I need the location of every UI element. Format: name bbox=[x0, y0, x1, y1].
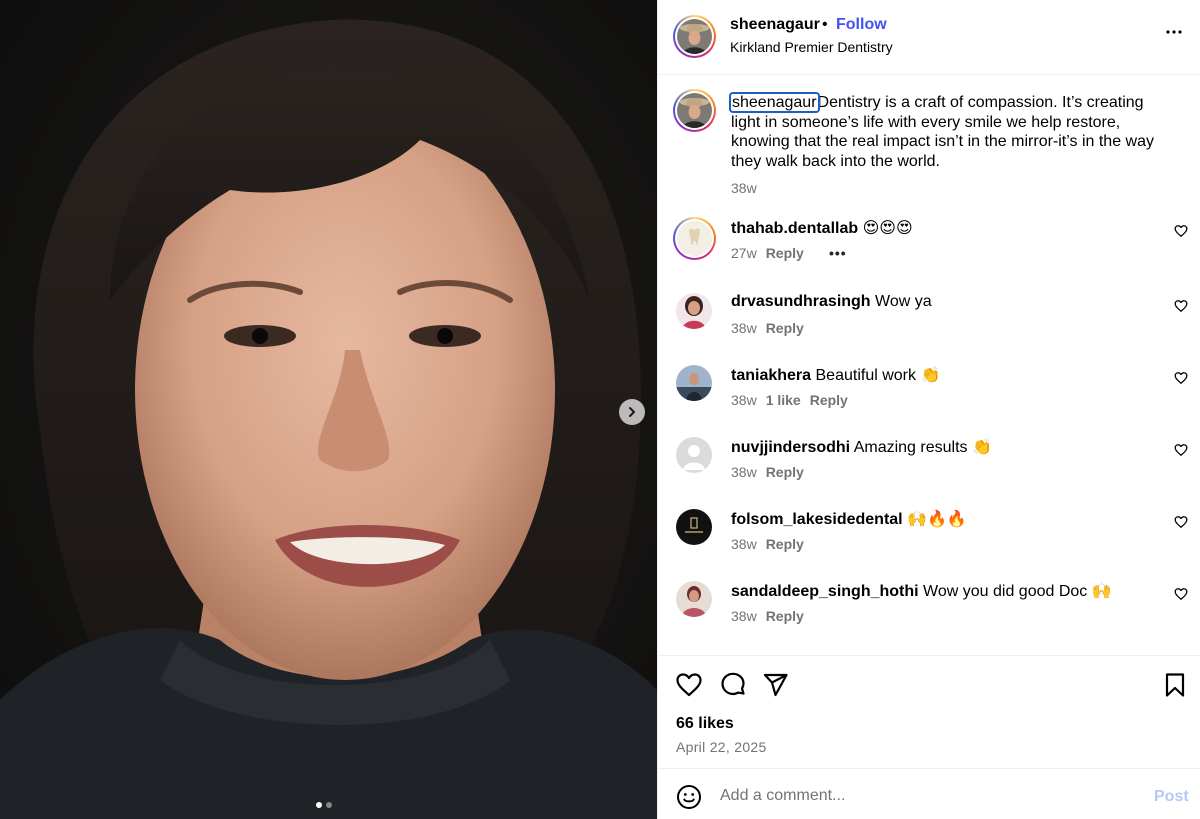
comment-time[interactable]: 38w bbox=[731, 464, 757, 480]
comment-item: sandaldeep_singh_hothi Wow you did good … bbox=[658, 581, 1200, 647]
commenter-avatar-image bbox=[676, 581, 712, 617]
emoji-icon[interactable] bbox=[676, 784, 702, 810]
comment-meta: 38w 1 like Reply bbox=[731, 392, 857, 408]
comment-like-heart-icon[interactable] bbox=[1174, 587, 1188, 601]
comment-like-heart-icon[interactable] bbox=[1174, 515, 1188, 529]
comment-like-heart-icon[interactable] bbox=[1174, 299, 1188, 313]
commenter-avatar[interactable] bbox=[676, 509, 712, 545]
reply-button[interactable]: Reply bbox=[766, 536, 804, 552]
add-comment-bar: Post bbox=[658, 770, 1200, 819]
post-dialog: sheenagaur • Follow Kirkland Premier Den… bbox=[0, 0, 1200, 819]
comment-meta: 38w Reply bbox=[731, 464, 813, 480]
separator-dot: • bbox=[822, 16, 828, 33]
comment-item: folsom_lakesidedental 🙌🔥🔥 38w Reply bbox=[658, 509, 1200, 575]
post-media[interactable] bbox=[0, 0, 657, 819]
author-avatar-image bbox=[677, 19, 712, 54]
comments-list[interactable]: sheenagaurDentistry is a craft of compas… bbox=[658, 76, 1200, 654]
caption-timestamp[interactable]: 38w bbox=[731, 180, 757, 196]
likes-count[interactable]: 66 likes bbox=[676, 715, 734, 733]
caption-username[interactable]: sheenagaur bbox=[729, 92, 820, 113]
commenter-avatar-image bbox=[676, 293, 712, 329]
comment-time[interactable]: 38w bbox=[731, 320, 757, 336]
slide-dot-active bbox=[316, 802, 322, 808]
post-button[interactable]: Post bbox=[1154, 788, 1189, 806]
comment-time[interactable]: 38w bbox=[731, 608, 757, 624]
commenter-username[interactable]: sandaldeep_singh_hothi bbox=[731, 583, 919, 600]
share-icon[interactable] bbox=[762, 671, 790, 699]
comment-time[interactable]: 27w bbox=[731, 245, 757, 261]
commenter-username[interactable]: drvasundhrasingh bbox=[731, 293, 871, 310]
comment-item: drvasundhrasingh Wow ya 38w Reply bbox=[658, 293, 1200, 359]
commenter-username[interactable]: nuvjjindersodhi bbox=[731, 439, 850, 456]
heart-icon[interactable] bbox=[675, 671, 703, 699]
comment-meta: 38w Reply bbox=[731, 536, 813, 552]
caption-avatar-image bbox=[677, 93, 712, 128]
post-actions: 66 likes April 22, 2025 bbox=[658, 655, 1200, 769]
caption: sheenagaurDentistry is a craft of compas… bbox=[729, 92, 1171, 171]
comment-body: Beautiful work 👏 bbox=[815, 367, 941, 384]
comment-body: Amazing results 👏 bbox=[853, 439, 992, 456]
comment-input[interactable] bbox=[720, 783, 1120, 809]
reply-button[interactable]: Reply bbox=[810, 392, 848, 408]
comment-like-heart-icon[interactable] bbox=[1174, 371, 1188, 385]
comment-like-heart-icon[interactable] bbox=[1174, 224, 1188, 238]
comment-like-heart-icon[interactable] bbox=[1174, 443, 1188, 457]
comment-item: thahab.dentallab 😍😍😍 27w Reply ••• bbox=[658, 217, 1200, 284]
comment-meta: 27w Reply bbox=[731, 245, 813, 261]
comment-text: drvasundhrasingh Wow ya bbox=[731, 293, 932, 311]
reply-button[interactable]: Reply bbox=[766, 608, 804, 624]
caption-avatar[interactable] bbox=[673, 89, 716, 132]
comment-body: Wow ya bbox=[875, 293, 932, 310]
comment-text: sandaldeep_singh_hothi Wow you did good … bbox=[731, 581, 1112, 601]
comment-meta: 38w Reply bbox=[731, 608, 813, 624]
commenter-avatar[interactable] bbox=[676, 581, 712, 617]
comment-meta: 38w Reply bbox=[731, 320, 813, 336]
commenter-avatar[interactable] bbox=[673, 217, 716, 260]
comment-text: folsom_lakesidedental 🙌🔥🔥 bbox=[731, 509, 967, 529]
commenter-username[interactable]: folsom_lakesidedental bbox=[731, 511, 903, 528]
comment-icon[interactable] bbox=[719, 671, 747, 699]
comment-body: 🙌🔥🔥 bbox=[907, 511, 967, 528]
author-username[interactable]: sheenagaur bbox=[730, 16, 820, 34]
comment-body: Wow you did good Doc 🙌 bbox=[923, 583, 1112, 600]
reply-button[interactable]: Reply bbox=[766, 320, 804, 336]
slide-dot bbox=[326, 802, 332, 808]
commenter-avatar-image bbox=[676, 365, 712, 401]
more-horizontal-icon[interactable] bbox=[1162, 20, 1186, 44]
post-details-panel: sheenagaur • Follow Kirkland Premier Den… bbox=[657, 0, 1200, 819]
commenter-username[interactable]: taniakhera bbox=[731, 367, 811, 384]
location-link[interactable]: Kirkland Premier Dentistry bbox=[730, 39, 893, 55]
commenter-avatar[interactable] bbox=[676, 293, 712, 329]
commenter-username[interactable]: thahab.dentallab bbox=[731, 220, 858, 237]
dental-logo-icon bbox=[676, 509, 712, 545]
comment-time[interactable]: 38w bbox=[731, 536, 757, 552]
commenter-avatar[interactable] bbox=[676, 437, 712, 473]
comment-text: thahab.dentallab 😍😍😍 bbox=[731, 218, 913, 238]
author-avatar[interactable] bbox=[673, 15, 716, 58]
comment-body: 😍😍😍 bbox=[862, 220, 913, 237]
post-date: April 22, 2025 bbox=[676, 739, 767, 755]
tooth-logo-icon bbox=[677, 221, 712, 256]
comment-item: taniakhera Beautiful work 👏 38w 1 like Rep… bbox=[658, 365, 1200, 431]
comment-text: taniakhera Beautiful work 👏 bbox=[731, 365, 940, 385]
portrait-photo bbox=[0, 19, 657, 819]
comment-time[interactable]: 38w bbox=[731, 392, 757, 408]
chevron-right-icon bbox=[629, 407, 635, 417]
comment-item: nuvjjindersodhi Amazing results 👏 38w Rep… bbox=[658, 437, 1200, 503]
comment-text: nuvjjindersodhi Amazing results 👏 bbox=[731, 437, 992, 457]
next-slide-button[interactable] bbox=[619, 399, 645, 425]
post-header: sheenagaur • Follow Kirkland Premier Den… bbox=[658, 0, 1200, 75]
reply-button[interactable]: Reply bbox=[766, 245, 804, 261]
follow-button[interactable]: Follow bbox=[836, 16, 887, 34]
comment-options-icon[interactable]: ••• bbox=[829, 245, 847, 261]
commenter-avatar[interactable] bbox=[676, 365, 712, 401]
bookmark-icon[interactable] bbox=[1161, 671, 1189, 699]
default-avatar-icon bbox=[676, 437, 712, 473]
reply-button[interactable]: Reply bbox=[766, 464, 804, 480]
comment-likes-count[interactable]: 1 like bbox=[766, 392, 801, 408]
slide-indicator bbox=[316, 802, 332, 808]
